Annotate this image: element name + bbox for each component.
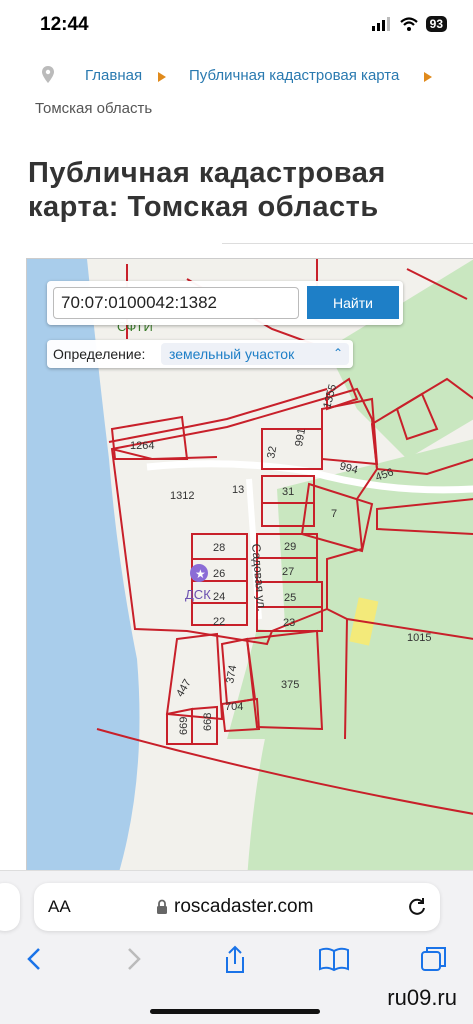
cadastral-search-input[interactable] [53, 287, 299, 319]
forward-icon[interactable] [124, 945, 144, 973]
breadcrumb-map-link[interactable]: Публичная кадастровая карта [189, 67, 399, 84]
tabs-icon[interactable] [420, 945, 448, 973]
parcel-label: 447 [174, 677, 194, 699]
parcel-label: 1312 [170, 490, 194, 502]
breadcrumb-current: Томская область [35, 100, 153, 117]
reload-icon[interactable] [406, 895, 428, 917]
battery-icon: 93 [425, 16, 447, 32]
svg-text:★: ★ [195, 567, 206, 581]
cadastral-map[interactable]: 1355 1264 32 991 994 456 1312 13 31 7 28… [26, 258, 473, 878]
watermark: ru09.ru [387, 985, 457, 1010]
parcel-label: 22 [213, 616, 225, 628]
parcel-label: 26 [213, 568, 225, 580]
parcel-label: 669 [178, 717, 190, 735]
home-indicator [150, 1009, 320, 1014]
navigation-toolbar [0, 945, 473, 985]
breadcrumb: Главная Публичная кадастровая карта Томс… [0, 62, 473, 122]
definition-select[interactable]: земельный участок ⌃ [161, 343, 349, 365]
wifi-icon [399, 17, 418, 31]
url-text: roscadaster.com [174, 896, 314, 917]
parcel-label: 13 [232, 484, 244, 496]
definition-panel: Определение: земельный участок ⌃ [47, 340, 353, 368]
lock-icon [157, 899, 167, 914]
parcel-label: 704 [225, 701, 243, 713]
parcel-label: 29 [284, 541, 296, 553]
parcel-label: 32 [265, 445, 279, 459]
parcel-label: 23 [283, 617, 295, 629]
definition-value: земельный участок [169, 346, 295, 362]
parcel-label: 28 [213, 542, 225, 554]
page-title: Публичная кадастровая карта: Томская обл… [28, 157, 386, 223]
parcel-label: 25 [284, 592, 296, 604]
street-label: Садовая ул. [249, 543, 269, 612]
parcel-label: 1015 [407, 632, 431, 644]
parcel-label: 1264 [130, 440, 154, 452]
breadcrumb-home-link[interactable]: Главная [85, 67, 142, 84]
parcel-label: 7 [331, 508, 337, 520]
parcel-label: 668 [202, 713, 214, 731]
status-bar: 12:44 93 [0, 0, 473, 52]
parcel-label: 27 [282, 566, 294, 578]
signal-icon [371, 17, 390, 31]
breadcrumb-separator-icon [424, 69, 432, 86]
reader-settings-button[interactable]: AA [48, 897, 71, 917]
parcel-label: 24 [213, 591, 225, 603]
chevron-updown-icon: ⌃ [332, 346, 343, 360]
back-icon[interactable] [24, 945, 44, 973]
location-pin-icon [42, 66, 54, 83]
status-time: 12:44 [40, 14, 89, 35]
search-button[interactable]: Найти [307, 286, 399, 319]
definition-label: Определение: [53, 346, 146, 362]
poi-label-dsk: ДСК [185, 587, 211, 602]
breadcrumb-separator-icon [158, 69, 166, 86]
parcel-label: 31 [282, 486, 294, 498]
search-panel: Найти [47, 281, 403, 325]
share-icon[interactable] [222, 945, 248, 975]
previous-tab-pill[interactable] [0, 883, 20, 931]
parcel-label: 374 [224, 664, 239, 684]
status-icons: 93 [371, 16, 447, 32]
bookmarks-icon[interactable] [318, 945, 350, 973]
parcel-label: 375 [281, 679, 299, 691]
address-bar[interactable]: AA roscadaster.com [34, 883, 440, 931]
divider [222, 243, 473, 244]
parcel-label: 991 [293, 427, 308, 447]
